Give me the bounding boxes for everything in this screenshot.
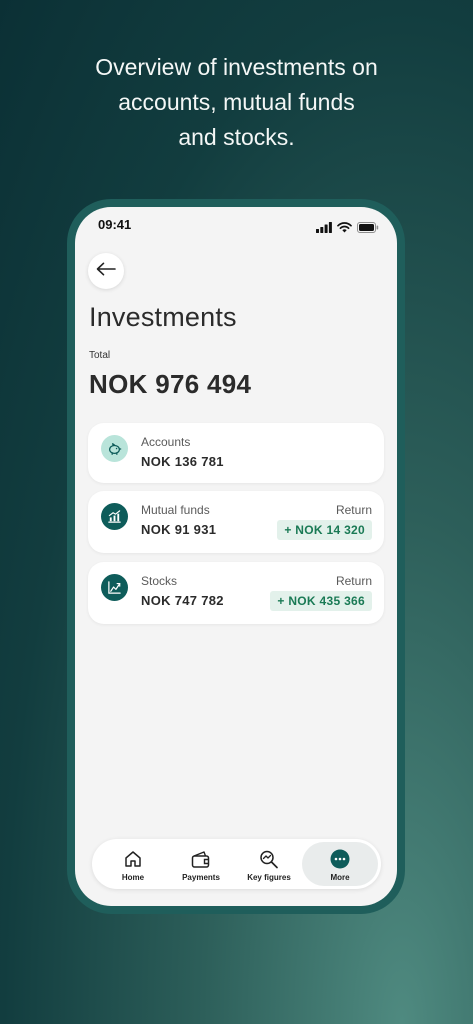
return-label: Return <box>335 503 372 517</box>
phone-screen: 09:41 Investments Total NOK 976 494 Acco… <box>75 207 397 906</box>
page-title: Investments <box>89 302 237 332</box>
status-bar: 09:41 <box>98 217 379 237</box>
return-badge: + NOK 435 366 <box>270 591 372 611</box>
return-label: Return <box>335 574 372 588</box>
headline-line-2: accounts, mutual funds <box>118 89 355 115</box>
promo-headline: Overview of investments on accounts, mut… <box>0 50 473 155</box>
card-label: Mutual funds <box>141 503 210 517</box>
total-label: Total <box>89 350 111 361</box>
card-amount: NOK 136 781 <box>141 454 224 469</box>
key-figures-icon <box>258 848 280 870</box>
return-badge: + NOK 14 320 <box>277 520 372 540</box>
nav-more[interactable]: More <box>302 842 378 886</box>
wifi-icon <box>337 220 352 238</box>
card-label: Accounts <box>141 435 191 449</box>
status-time: 09:41 <box>98 217 132 232</box>
status-icons <box>316 220 379 238</box>
card-label: Stocks <box>141 574 178 588</box>
bottom-nav: Home Payments Key figures More <box>92 839 381 889</box>
nav-label: Home <box>121 873 145 882</box>
stocks-chart-icon <box>101 574 128 601</box>
battery-icon <box>357 220 379 238</box>
back-button[interactable] <box>88 253 124 289</box>
headline-line-3: and stocks. <box>178 124 295 150</box>
nav-home[interactable]: Home <box>100 842 166 886</box>
stocks-card[interactable]: Stocks NOK 747 782 Return + NOK 435 366 <box>88 562 384 624</box>
signal-icon <box>316 220 332 238</box>
total-value: NOK 976 494 <box>89 369 252 399</box>
nav-label: Key figures <box>247 873 291 882</box>
piggy-bank-icon <box>101 435 128 462</box>
nav-payments[interactable]: Payments <box>168 842 234 886</box>
more-icon <box>330 848 350 870</box>
mutual-funds-card[interactable]: Mutual funds NOK 91 931 Return + NOK 14 … <box>88 491 384 553</box>
wallet-icon <box>190 848 212 870</box>
accounts-card[interactable]: Accounts NOK 136 781 <box>88 423 384 483</box>
arrow-left-icon <box>96 262 116 281</box>
nav-label: More <box>330 873 350 882</box>
nav-label: Payments <box>182 873 220 882</box>
nav-key-figures[interactable]: Key figures <box>236 842 302 886</box>
home-icon <box>123 848 143 870</box>
card-amount: NOK 91 931 <box>141 522 217 537</box>
headline-line-1: Overview of investments on <box>95 54 378 80</box>
card-amount: NOK 747 782 <box>141 593 224 608</box>
fund-chart-icon <box>101 503 128 530</box>
